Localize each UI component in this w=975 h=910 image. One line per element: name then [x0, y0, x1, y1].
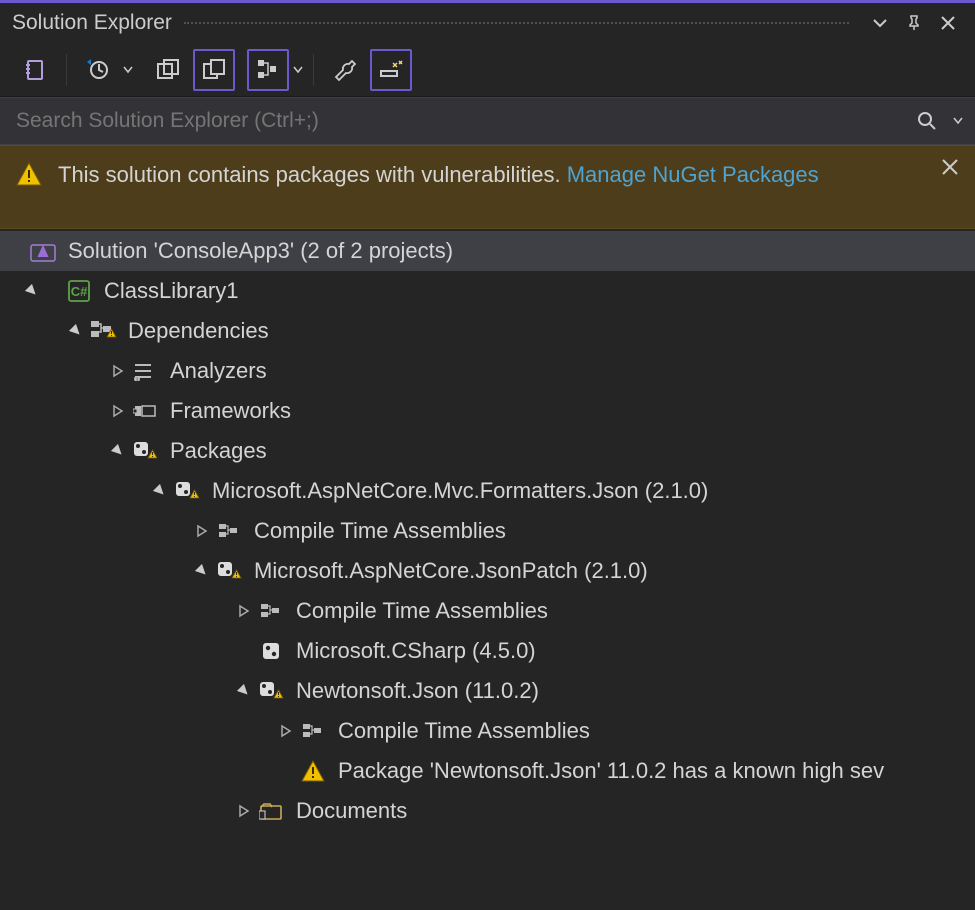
package-warning-icon: [256, 676, 286, 706]
compile-time-assemblies-node[interactable]: Compile Time Assemblies: [0, 591, 975, 631]
grip-dots[interactable]: [184, 22, 849, 24]
compile-time-assemblies-node[interactable]: Compile Time Assemblies: [0, 711, 975, 751]
dependencies-node[interactable]: Dependencies: [0, 311, 975, 351]
node-label: Packages: [170, 438, 267, 464]
notice-close-icon[interactable]: [941, 158, 959, 176]
package-node[interactable]: Microsoft.CSharp (4.5.0): [0, 631, 975, 671]
expand-icon[interactable]: [64, 324, 88, 338]
node-label: Compile Time Assemblies: [296, 598, 548, 624]
show-all-files-icon[interactable]: [247, 49, 289, 91]
compile-time-assemblies-node[interactable]: Compile Time Assemblies: [0, 511, 975, 551]
dependencies-icon: [88, 316, 118, 346]
vulnerability-notice: This solution contains packages with vul…: [0, 145, 975, 229]
expand-icon[interactable]: [106, 364, 130, 378]
home-icon[interactable]: [14, 49, 56, 91]
manage-nuget-link[interactable]: Manage NuGet Packages: [567, 162, 819, 187]
package-node[interactable]: Microsoft.AspNetCore.Mvc.Formatters.Json…: [0, 471, 975, 511]
package-node[interactable]: Newtonsoft.Json (11.0.2): [0, 671, 975, 711]
nesting-icon[interactable]: [147, 49, 189, 91]
node-label: Microsoft.AspNetCore.Mvc.Formatters.Json…: [212, 478, 708, 504]
close-icon[interactable]: [933, 8, 963, 38]
packages-node[interactable]: Packages: [0, 431, 975, 471]
sync-icon[interactable]: [193, 49, 235, 91]
search-icon[interactable]: [903, 110, 951, 132]
properties-icon[interactable]: [324, 49, 366, 91]
warning-icon: [16, 162, 42, 186]
expand-icon[interactable]: [106, 444, 130, 458]
node-label: Analyzers: [170, 358, 267, 384]
preview-icon[interactable]: [370, 49, 412, 91]
assemblies-icon: [298, 716, 328, 746]
node-label: Compile Time Assemblies: [254, 518, 506, 544]
expand-icon[interactable]: [148, 484, 172, 498]
package-node[interactable]: Microsoft.AspNetCore.JsonPatch (2.1.0): [0, 551, 975, 591]
assemblies-icon: [214, 516, 244, 546]
expand-icon[interactable]: [190, 524, 214, 538]
expand-icon[interactable]: [232, 604, 256, 618]
switch-views-icon[interactable]: [77, 49, 119, 91]
search-input[interactable]: [0, 98, 903, 144]
node-label: Newtonsoft.Json (11.0.2): [296, 678, 539, 704]
window-options-dropdown-icon[interactable]: [865, 8, 895, 38]
solution-tree[interactable]: Solution 'ConsoleApp3' (2 of 2 projects)…: [0, 229, 975, 910]
node-label: Dependencies: [128, 318, 269, 344]
node-label: Documents: [296, 798, 407, 824]
assemblies-icon: [256, 596, 286, 626]
svg-text:C#: C#: [71, 284, 88, 299]
search-options-dropdown-icon[interactable]: [951, 117, 965, 125]
analyzers-node[interactable]: i Analyzers: [0, 351, 975, 391]
package-icon: [256, 636, 286, 666]
documents-node[interactable]: Documents: [0, 791, 975, 831]
packages-icon: [130, 436, 160, 466]
node-label: Package 'Newtonsoft.Json' 11.0.2 has a k…: [338, 758, 884, 784]
toolbar-separator: [66, 54, 67, 86]
node-label: Solution 'ConsoleApp3' (2 of 2 projects): [68, 238, 453, 264]
panel-title: Solution Explorer: [12, 11, 172, 35]
node-label: Microsoft.AspNetCore.JsonPatch (2.1.0): [254, 558, 648, 584]
show-all-files-dropdown-icon[interactable]: [291, 66, 305, 74]
analyzers-icon: i: [130, 356, 160, 386]
expand-icon[interactable]: [232, 804, 256, 818]
expand-icon[interactable]: [190, 564, 214, 578]
pin-icon[interactable]: [899, 8, 929, 38]
expand-icon[interactable]: [232, 684, 256, 698]
toolbar-separator: [313, 54, 314, 86]
frameworks-node[interactable]: Frameworks: [0, 391, 975, 431]
frameworks-icon: [130, 396, 160, 426]
notice-text: This solution contains packages with vul…: [58, 162, 567, 187]
node-label: Compile Time Assemblies: [338, 718, 590, 744]
solution-icon: [28, 236, 58, 266]
node-label: Frameworks: [170, 398, 291, 424]
csharp-project-icon: C#: [64, 276, 94, 306]
svg-text:i: i: [136, 377, 137, 381]
package-warning-icon: [214, 556, 244, 586]
expand-icon[interactable]: [274, 724, 298, 738]
switch-views-dropdown-icon[interactable]: [121, 66, 135, 74]
toolbar: [0, 43, 975, 97]
expand-icon[interactable]: [20, 284, 44, 298]
folder-icon: [256, 796, 286, 826]
vulnerability-warning-node[interactable]: Package 'Newtonsoft.Json' 11.0.2 has a k…: [0, 751, 975, 791]
warning-icon: [298, 756, 328, 786]
expand-icon[interactable]: [106, 404, 130, 418]
project-node[interactable]: C# ClassLibrary1: [0, 271, 975, 311]
node-label: ClassLibrary1: [104, 278, 239, 304]
node-label: Microsoft.CSharp (4.5.0): [296, 638, 536, 664]
package-warning-icon: [172, 476, 202, 506]
solution-node[interactable]: Solution 'ConsoleApp3' (2 of 2 projects): [0, 231, 975, 271]
